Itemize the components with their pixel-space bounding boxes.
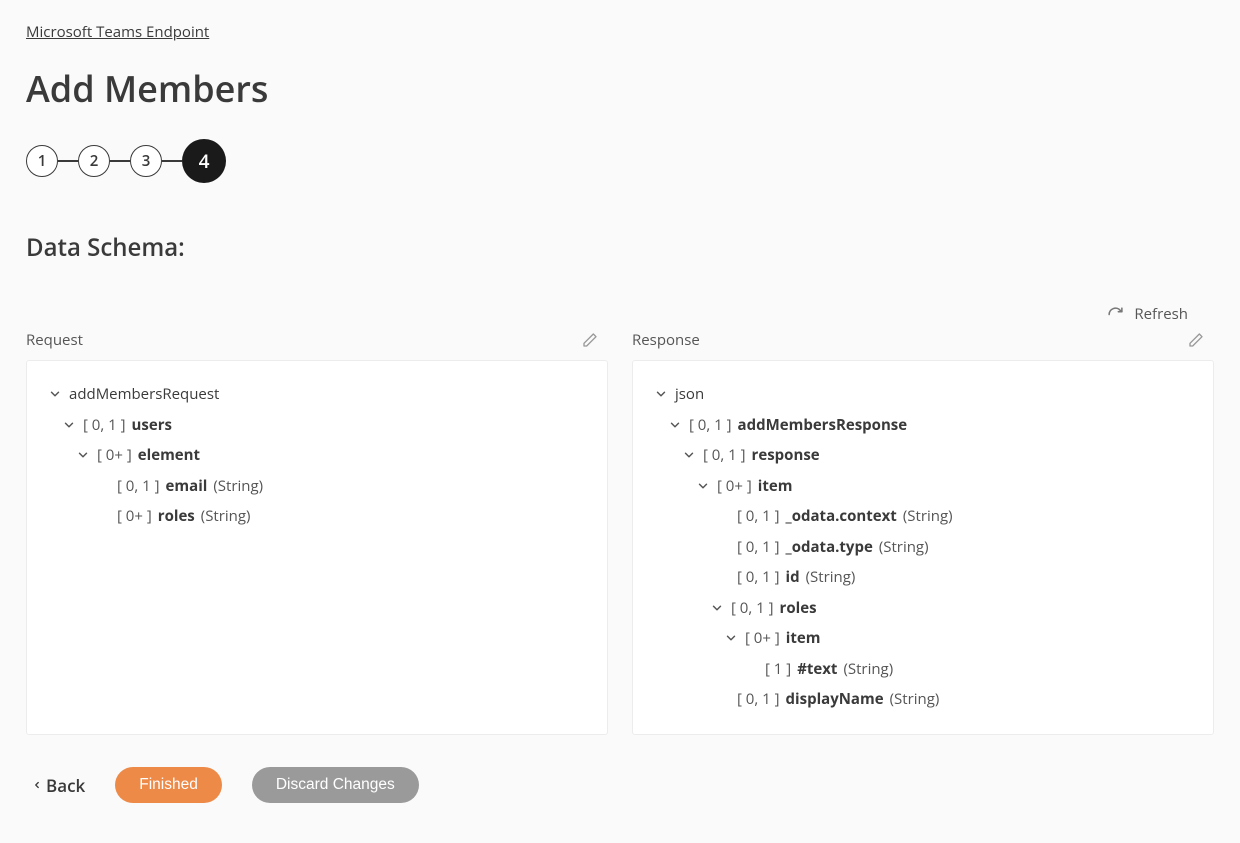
tree-row[interactable]: [ 0+ ] element [47,440,587,471]
cardinality: [ 0+ ] [745,627,780,650]
field-name: item [758,475,793,498]
field-name: json [675,383,704,406]
field-name: #text [797,658,837,681]
field-name: roles [780,597,817,620]
cardinality: [ 1 ] [765,658,791,681]
request-panel: addMembersRequest[ 0, 1 ] users[ 0+ ] el… [26,360,608,735]
tree-row: [ 0+ ] roles (String) [47,501,587,532]
step-connector [110,160,130,162]
tree-row[interactable]: [ 0, 1 ] roles [653,593,1193,624]
tree-row[interactable]: json [653,379,1193,410]
field-name: response [752,444,820,467]
field-name: id [786,566,800,589]
chevron-down-icon[interactable] [75,447,91,463]
discard-button[interactable]: Discard Changes [252,767,419,803]
breadcrumb-link[interactable]: Microsoft Teams Endpoint [26,22,209,42]
step-2[interactable]: 2 [78,145,110,177]
page-title: Add Members [26,64,1214,113]
refresh-label[interactable]: Refresh [1134,304,1188,324]
step-connector [162,160,182,162]
cardinality: [ 0, 1 ] [737,505,780,528]
tree-row: [ 0, 1 ] _odata.context (String) [653,501,1193,532]
field-name: addMembersResponse [738,414,908,437]
cardinality: [ 0, 1 ] [703,444,746,467]
finished-button[interactable]: Finished [115,767,222,803]
tree-row: [ 1 ] #text (String) [653,654,1193,685]
stepper: 1234 [26,139,1214,183]
field-type: (String) [890,688,940,711]
tree-row[interactable]: [ 0, 1 ] addMembersResponse [653,410,1193,441]
tree-row[interactable]: [ 0+ ] item [653,471,1193,502]
step-1[interactable]: 1 [26,145,58,177]
cardinality: [ 0+ ] [717,475,752,498]
field-name: roles [158,505,195,528]
chevron-down-icon[interactable] [723,630,739,646]
response-panel: json[ 0, 1 ] addMembersResponse[ 0, 1 ] … [632,360,1214,735]
cardinality: [ 0, 1 ] [737,536,780,559]
tree-row: [ 0, 1 ] id (String) [653,562,1193,593]
field-type: (String) [213,475,263,498]
step-3[interactable]: 3 [130,145,162,177]
tree-row: [ 0, 1 ] email (String) [47,471,587,502]
field-name: displayName [786,688,884,711]
field-name: addMembersRequest [69,383,219,406]
tree-row: [ 0, 1 ] displayName (String) [653,684,1193,715]
chevron-left-icon [32,778,42,792]
cardinality: [ 0, 1 ] [731,597,774,620]
field-type: (String) [903,505,953,528]
field-type: (String) [843,658,893,681]
tree-row[interactable]: [ 0, 1 ] users [47,410,587,441]
cardinality: [ 0+ ] [117,505,152,528]
tree-row[interactable]: addMembersRequest [47,379,587,410]
request-label: Request [26,330,83,350]
chevron-down-icon[interactable] [653,386,669,402]
field-name: users [132,414,172,437]
field-name: _odata.context [786,505,897,528]
field-type: (String) [879,536,929,559]
chevron-down-icon[interactable] [695,478,711,494]
edit-request-icon[interactable] [582,332,598,348]
refresh-icon[interactable] [1107,306,1124,323]
field-name: email [166,475,208,498]
chevron-down-icon[interactable] [709,600,725,616]
cardinality: [ 0, 1 ] [737,566,780,589]
chevron-down-icon[interactable] [667,417,683,433]
cardinality: [ 0, 1 ] [689,414,732,437]
tree-row[interactable]: [ 0+ ] item [653,623,1193,654]
field-name: element [138,444,200,467]
cardinality: [ 0, 1 ] [117,475,160,498]
cardinality: [ 0, 1 ] [83,414,126,437]
section-title: Data Schema: [26,231,1214,264]
field-type: (String) [806,566,856,589]
response-label: Response [632,330,700,350]
cardinality: [ 0+ ] [97,444,132,467]
chevron-down-icon[interactable] [681,447,697,463]
back-button[interactable]: Back [32,774,85,797]
cardinality: [ 0, 1 ] [737,688,780,711]
field-name: _odata.type [786,536,873,559]
step-connector [58,160,78,162]
chevron-down-icon[interactable] [47,386,63,402]
tree-row: [ 0, 1 ] _odata.type (String) [653,532,1193,563]
chevron-down-icon[interactable] [61,417,77,433]
field-name: item [786,627,821,650]
back-label: Back [46,774,85,797]
field-type: (String) [201,505,251,528]
tree-row[interactable]: [ 0, 1 ] response [653,440,1193,471]
step-4[interactable]: 4 [182,139,226,183]
edit-response-icon[interactable] [1188,332,1204,348]
